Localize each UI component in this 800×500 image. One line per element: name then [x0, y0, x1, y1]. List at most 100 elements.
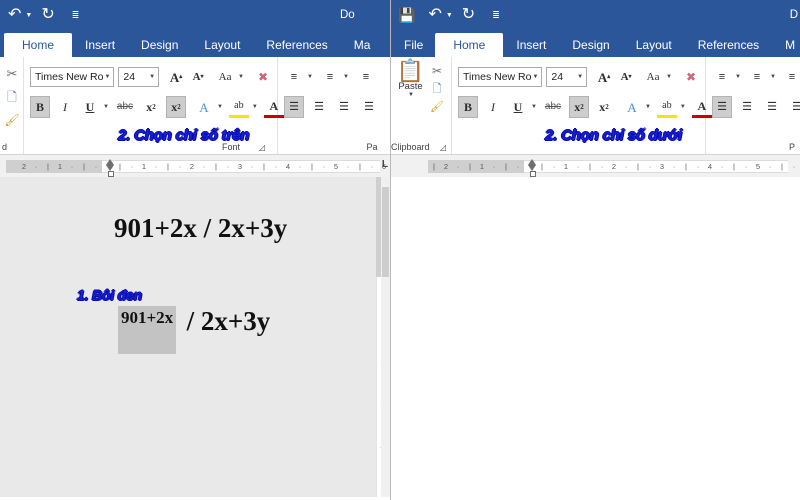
- font-name-chevron-down-icon[interactable]: ▼: [532, 74, 538, 80]
- change-case-chevron-down-icon[interactable]: ▼: [666, 74, 672, 80]
- superscript-button[interactable]: x2: [165, 96, 186, 118]
- bullets-chevron-down-icon[interactable]: ▼: [307, 74, 313, 80]
- paste-chevron-down-icon[interactable]: ▼: [408, 92, 414, 98]
- align-left-button[interactable]: ☰: [284, 96, 304, 118]
- grow-font-icon[interactable]: A ▴: [594, 66, 614, 88]
- change-case-icon[interactable]: Aa: [215, 66, 235, 88]
- clipboard-dialog-launcher-icon[interactable]: ◿: [437, 143, 449, 152]
- underline-button[interactable]: U: [508, 96, 528, 118]
- left-scrollbar-thumb[interactable]: [382, 187, 389, 277]
- redo-icon[interactable]: ↻: [41, 5, 54, 25]
- bullets-icon[interactable]: ≡: [712, 66, 732, 88]
- italic-button[interactable]: I: [55, 96, 75, 118]
- undo-dropdown-icon[interactable]: ▼: [446, 12, 453, 19]
- bold-button[interactable]: B: [30, 96, 50, 118]
- grow-font-icon[interactable]: A ▴: [166, 66, 186, 88]
- shrink-font-icon[interactable]: A ▾: [616, 66, 636, 88]
- cut-icon[interactable]: ✂: [427, 62, 447, 80]
- change-case-icon[interactable]: Aa: [643, 66, 663, 88]
- font-name-combo[interactable]: Times New Ro ▼: [458, 67, 543, 87]
- superscript-button[interactable]: x2: [594, 96, 614, 118]
- undo-icon[interactable]: ↶: [8, 5, 21, 25]
- text-highlight-color-icon[interactable]: ab: [228, 96, 249, 118]
- font-name-combo[interactable]: Times New Ro ▼: [30, 67, 115, 87]
- numbering-icon[interactable]: ≡: [320, 66, 340, 88]
- shrink-font-icon[interactable]: A ▾: [188, 66, 208, 88]
- tab-references[interactable]: References: [253, 34, 340, 57]
- indent-marker[interactable]: [528, 158, 537, 177]
- font-size-combo[interactable]: 24 ▼: [546, 67, 588, 87]
- right-horizontal-ruler[interactable]: | 2 · | 1 · | · · | · 1 · | · 2 · | · 3 · | · 4 · | ·…: [428, 158, 795, 177]
- justify-button[interactable]: ☰: [787, 96, 800, 118]
- text-effects-chevron-down-icon[interactable]: ▼: [645, 104, 651, 110]
- text-highlight-color-icon[interactable]: ab: [656, 96, 677, 118]
- tab-file[interactable]: File: [394, 34, 435, 57]
- copy-icon[interactable]: 🗋: [427, 80, 447, 98]
- redo-icon[interactable]: ↻: [462, 5, 475, 25]
- clear-formatting-icon[interactable]: ✖: [681, 66, 701, 88]
- align-center-button[interactable]: ☰: [309, 96, 329, 118]
- undo-icon[interactable]: ↶: [428, 5, 441, 25]
- copy-icon[interactable]: 🗋: [2, 86, 22, 108]
- align-right-button[interactable]: ☰: [762, 96, 782, 118]
- tab-design[interactable]: Design: [559, 34, 622, 57]
- tab-insert[interactable]: Insert: [503, 34, 559, 57]
- tab-layout[interactable]: Layout: [623, 34, 685, 57]
- selected-text-highlight[interactable]: 901+2x: [118, 306, 177, 354]
- tab-insert[interactable]: Insert: [72, 34, 128, 57]
- numbering-chevron-down-icon[interactable]: ▼: [343, 74, 349, 80]
- font-name-chevron-down-icon[interactable]: ▼: [104, 74, 110, 80]
- text-effects-chevron-down-icon[interactable]: ▼: [217, 104, 223, 110]
- highlight-chevron-down-icon[interactable]: ▼: [680, 104, 686, 110]
- undo-dropdown-icon[interactable]: ▼: [25, 12, 32, 19]
- underline-chevron-down-icon[interactable]: ▼: [103, 104, 109, 110]
- highlight-chevron-down-icon[interactable]: ▼: [252, 104, 258, 110]
- format-painter-icon[interactable]: 🖌: [427, 98, 447, 116]
- customize-quick-access-icon[interactable]: ≣: [492, 5, 500, 25]
- strikethrough-button[interactable]: abc: [543, 96, 563, 118]
- font-size-chevron-down-icon[interactable]: ▼: [577, 74, 583, 80]
- multilevel-list-icon[interactable]: ≡: [356, 66, 376, 88]
- font-dialog-launcher-icon[interactable]: ◿: [255, 143, 269, 152]
- customize-quick-access-icon[interactable]: ≣: [72, 5, 80, 25]
- text-effects-icon[interactable]: A: [194, 96, 214, 118]
- font-size-chevron-down-icon[interactable]: ▼: [149, 74, 155, 80]
- tab-stop-selector[interactable]: L: [382, 159, 388, 170]
- text-effects-icon[interactable]: A: [622, 96, 642, 118]
- tab-mailings[interactable]: M: [772, 34, 800, 57]
- ruler-tick: 1: [57, 161, 63, 171]
- align-left-button[interactable]: ☰: [712, 96, 732, 118]
- save-icon[interactable]: 💾: [398, 5, 415, 25]
- tab-home[interactable]: Home: [435, 33, 504, 57]
- bold-button[interactable]: B: [458, 96, 478, 118]
- format-painter-icon[interactable]: 🖌: [2, 109, 22, 131]
- left-vertical-scrollbar[interactable]: [381, 177, 390, 497]
- subscript-button[interactable]: x2: [568, 96, 589, 118]
- tab-layout[interactable]: Layout: [191, 34, 253, 57]
- tab-home[interactable]: Home: [4, 33, 73, 57]
- multilevel-list-icon[interactable]: ≡: [782, 66, 800, 88]
- justify-button[interactable]: ☰: [359, 96, 379, 118]
- right-ribbon-annotation: 2. Chọn chỉ số dưới: [545, 127, 682, 144]
- change-case-chevron-down-icon[interactable]: ▼: [238, 74, 244, 80]
- strikethrough-button[interactable]: abc: [115, 96, 135, 118]
- bullets-chevron-down-icon[interactable]: ▼: [735, 74, 741, 80]
- tab-references[interactable]: References: [685, 34, 772, 57]
- paste-button[interactable]: 📋 Paste ▼: [394, 60, 427, 116]
- numbering-icon[interactable]: ≡: [747, 66, 767, 88]
- font-size-combo[interactable]: 24 ▼: [118, 67, 160, 87]
- numbering-chevron-down-icon[interactable]: ▼: [770, 74, 776, 80]
- left-horizontal-ruler[interactable]: 2 · | 1 · | · · | · 1 · | · 2 · | · 3 · | · 4: [6, 158, 386, 177]
- underline-button[interactable]: U: [80, 96, 100, 118]
- indent-marker[interactable]: [106, 158, 115, 177]
- bullets-icon[interactable]: ≡: [284, 66, 304, 88]
- tab-mailings[interactable]: Ma: [341, 34, 384, 57]
- tab-design[interactable]: Design: [128, 34, 191, 57]
- underline-chevron-down-icon[interactable]: ▼: [531, 104, 537, 110]
- subscript-button[interactable]: x2: [141, 96, 161, 118]
- italic-button[interactable]: I: [483, 96, 503, 118]
- align-center-button[interactable]: ☰: [737, 96, 757, 118]
- clear-formatting-icon[interactable]: ✖: [253, 66, 273, 88]
- align-right-button[interactable]: ☰: [334, 96, 354, 118]
- cut-icon[interactable]: ✂: [2, 62, 22, 84]
